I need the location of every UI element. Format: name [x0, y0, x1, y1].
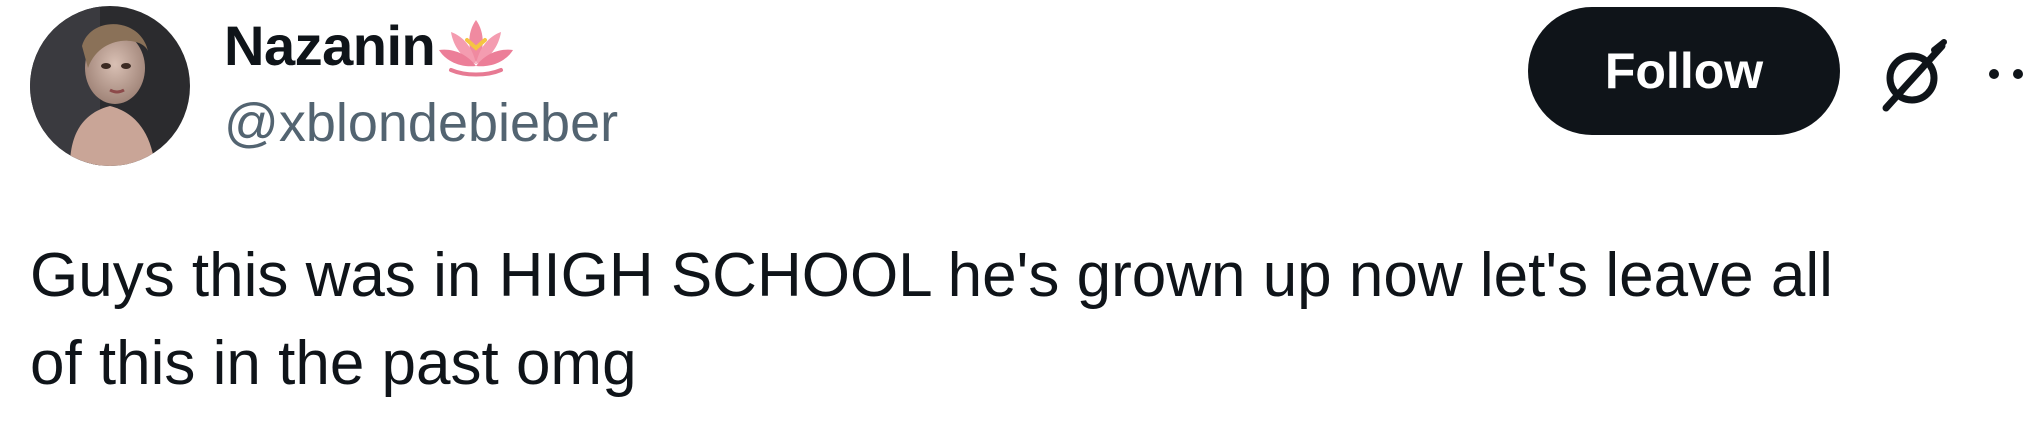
avatar-image	[30, 6, 190, 166]
display-name[interactable]: Nazanin	[224, 14, 436, 78]
grok-icon[interactable]	[1872, 36, 1952, 116]
tweet-text-line: of this in the past omg	[30, 329, 637, 398]
avatar[interactable]	[30, 6, 190, 166]
more-icon[interactable]	[1984, 60, 2026, 88]
tweet-text: Guys this was in HIGH SCHOOL he's grown …	[30, 232, 2026, 408]
lotus-icon	[437, 14, 515, 78]
handle[interactable]: @xblondebieber	[224, 90, 618, 156]
display-name-row[interactable]: Nazanin	[224, 14, 515, 78]
follow-button[interactable]: Follow	[1528, 7, 1840, 135]
tweet-card: Nazanin @xblondebieber Follow Guys this …	[0, 0, 2026, 424]
tweet-text-line: Guys this was in HIGH SCHOOL he's grown …	[30, 241, 1833, 310]
